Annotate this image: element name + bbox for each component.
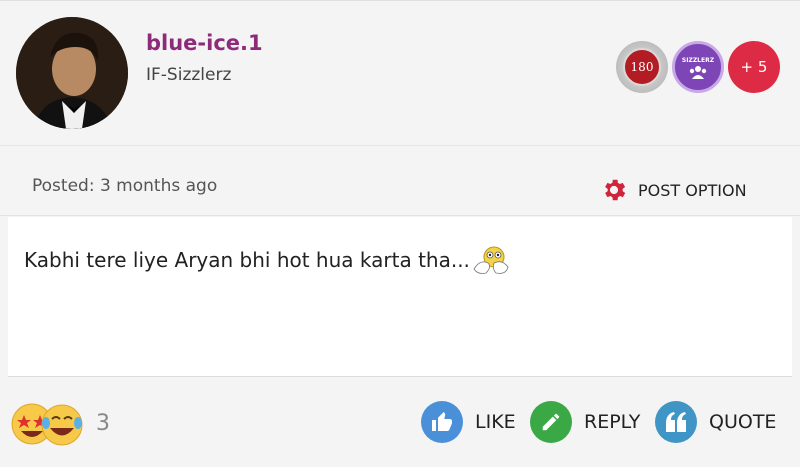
laughing-tears-emoji-icon — [41, 404, 83, 446]
sizzlerz-badge[interactable]: SIZZLERZ — [672, 41, 724, 93]
pencil-icon — [530, 401, 572, 443]
post-meta-bar: Posted: 3 months ago POST OPTION — [0, 146, 800, 216]
gear-icon — [605, 179, 626, 201]
post-header: blue-ice.1 IF-Sizzlerz 180 SIZZLERZ + 5 — [0, 1, 800, 146]
quote-label: QUOTE — [709, 411, 777, 433]
user-title: IF-Sizzlerz — [146, 65, 232, 85]
thumbs-up-icon — [421, 401, 463, 443]
posted-timestamp: Posted: 3 months ago — [32, 176, 218, 196]
reaction-count: 3 — [96, 411, 110, 436]
reactions-button[interactable] — [10, 401, 86, 447]
level-badge-value: 180 — [623, 48, 661, 86]
username[interactable]: blue-ice.1 — [146, 31, 263, 55]
avatar[interactable] — [16, 17, 128, 129]
badge-group: 180 SIZZLERZ + 5 — [616, 41, 780, 93]
post-content: Kabhi tere liye Aryan bhi hot hua karta … — [24, 245, 510, 275]
reply-button[interactable]: REPLY — [530, 401, 640, 443]
group-icon — [689, 66, 707, 79]
post-option-button[interactable]: POST OPTION — [600, 176, 747, 204]
post-body: Kabhi tere liye Aryan bhi hot hua karta … — [8, 217, 792, 377]
peeking-emoticon-icon — [473, 246, 509, 274]
more-badges-button[interactable]: + 5 — [728, 41, 780, 93]
post-text: Kabhi tere liye Aryan bhi hot hua karta … — [24, 248, 470, 272]
sizzlerz-badge-label: SIZZLERZ — [681, 57, 715, 64]
quote-icon — [655, 401, 697, 443]
forum-post: blue-ice.1 IF-Sizzlerz 180 SIZZLERZ + 5 … — [0, 0, 800, 466]
quote-button[interactable]: QUOTE — [655, 401, 776, 443]
like-button[interactable]: LIKE — [421, 401, 516, 443]
post-footer: 3 LIKE REPLY QUOTE — [0, 379, 800, 467]
level-badge[interactable]: 180 — [616, 41, 668, 93]
post-option-label: POST OPTION — [638, 180, 747, 200]
reply-label: REPLY — [584, 411, 641, 433]
like-label: LIKE — [475, 411, 516, 433]
